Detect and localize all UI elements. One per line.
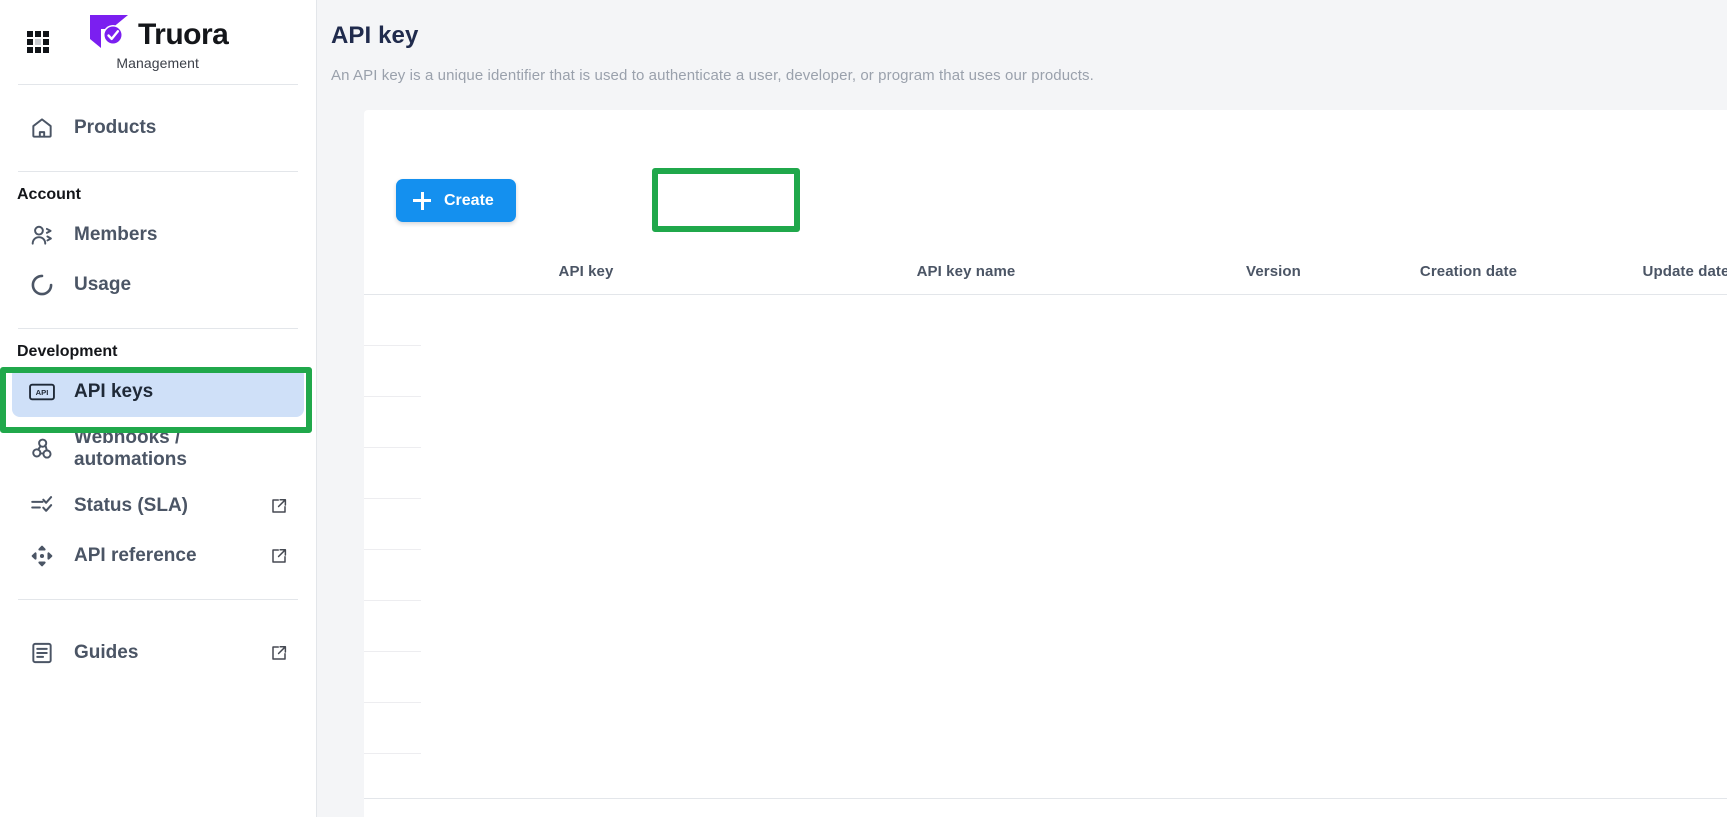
sidebar-item-guides[interactable]: Guides (12, 628, 304, 678)
svg-text:API: API (36, 388, 49, 397)
table-row[interactable] (364, 702, 1727, 754)
table-row[interactable] (364, 396, 1727, 448)
table-header: API key API key name Version Creation da… (364, 250, 1727, 295)
brand-subtitle: Management (116, 55, 200, 71)
truora-check-logo (87, 13, 131, 56)
create-button[interactable]: Create (396, 179, 516, 222)
sidebar-group-account-label: Account (17, 186, 81, 203)
sidebar-item-label: Usage (74, 274, 132, 296)
sidebar-item-label: Status (SLA) (74, 495, 188, 517)
external-link-icon[interactable] (270, 644, 288, 662)
external-link-icon[interactable] (270, 547, 288, 565)
column-header-update-date[interactable]: Update date (1571, 250, 1727, 295)
sidebar-item-status-sla[interactable]: Status (SLA) (12, 481, 304, 531)
users-icon (28, 221, 56, 249)
sidebar-item-label: API reference (74, 545, 197, 567)
table-body (364, 294, 1727, 754)
usage-donut-icon (28, 271, 56, 299)
home-icon (28, 114, 56, 142)
row-divider-cell (364, 600, 421, 652)
table-row[interactable] (364, 498, 1727, 550)
table-row[interactable] (364, 294, 1727, 346)
sidebar: Truora Management Products Account Membe… (0, 0, 317, 817)
sidebar-item-products[interactable]: Products (12, 103, 304, 153)
sidebar-item-usage[interactable]: Usage (12, 260, 304, 310)
table-row[interactable] (364, 549, 1727, 601)
sidebar-divider-account (18, 171, 298, 172)
row-divider-cell (364, 651, 421, 703)
sidebar-item-label: Webhooks / automations (74, 427, 187, 470)
sidebar-header: Truora Management (0, 0, 316, 84)
app-root: Truora Management Products Account Membe… (0, 0, 1727, 817)
webhook-icon (28, 435, 56, 463)
api-keys-table: API key API key name Version Creation da… (364, 250, 1727, 754)
table-header-spacer (364, 250, 421, 295)
sidebar-item-webhooks-automations[interactable]: Webhooks / automations (12, 417, 304, 481)
page-description: An API key is a unique identifier that i… (331, 67, 1094, 84)
table-header-row: API key API key name Version Creation da… (364, 250, 1727, 295)
row-divider-cell (364, 396, 421, 448)
row-divider-cell (364, 345, 421, 397)
move-arrows-icon (28, 542, 56, 570)
column-header-api-key[interactable]: API key (421, 250, 751, 295)
page-title: API key (331, 22, 419, 49)
create-button-label: Create (444, 191, 494, 209)
brand-name: Truora (138, 17, 229, 51)
brand[interactable]: Truora Management (87, 13, 229, 71)
document-lines-icon (28, 639, 56, 667)
sidebar-item-label: Members (74, 224, 158, 246)
row-divider-cell (364, 447, 421, 499)
page-header: API key An API key is a unique identifie… (317, 0, 1727, 84)
table-row[interactable] (364, 345, 1727, 397)
sidebar-item-members[interactable]: Members (12, 210, 304, 260)
table-row[interactable] (364, 651, 1727, 703)
sidebar-item-api-reference[interactable]: API reference (12, 531, 304, 581)
sidebar-group-development-label: Development (17, 343, 118, 360)
sidebar-divider-development (18, 328, 298, 329)
plus-icon (413, 191, 431, 210)
external-link-icon[interactable] (270, 497, 288, 515)
row-divider-cell (364, 549, 421, 601)
column-header-creation-date[interactable]: Creation date (1366, 250, 1571, 295)
sidebar-item-api-keys[interactable]: API API keys (12, 367, 304, 417)
card-toolbar: Create (364, 110, 1727, 222)
sidebar-item-label: Guides (74, 642, 139, 664)
row-divider-cell (364, 498, 421, 550)
table-footer-divider (364, 798, 1727, 799)
checklist-icon (28, 492, 56, 520)
api-badge-icon: API (28, 378, 56, 406)
column-header-api-key-name[interactable]: API key name (751, 250, 1181, 295)
row-divider-cell (364, 294, 421, 346)
sidebar-item-label: API keys (74, 381, 154, 403)
grid-apps-icon[interactable] (27, 31, 49, 53)
sidebar-item-label: Products (74, 117, 157, 139)
main-content: API key An API key is a unique identifie… (317, 0, 1727, 817)
api-keys-card: Create API key API key name Version Crea… (364, 110, 1727, 817)
table-row[interactable] (364, 600, 1727, 652)
column-header-version[interactable]: Version (1181, 250, 1366, 295)
row-divider-cell (364, 702, 421, 754)
table-row[interactable] (364, 447, 1727, 499)
